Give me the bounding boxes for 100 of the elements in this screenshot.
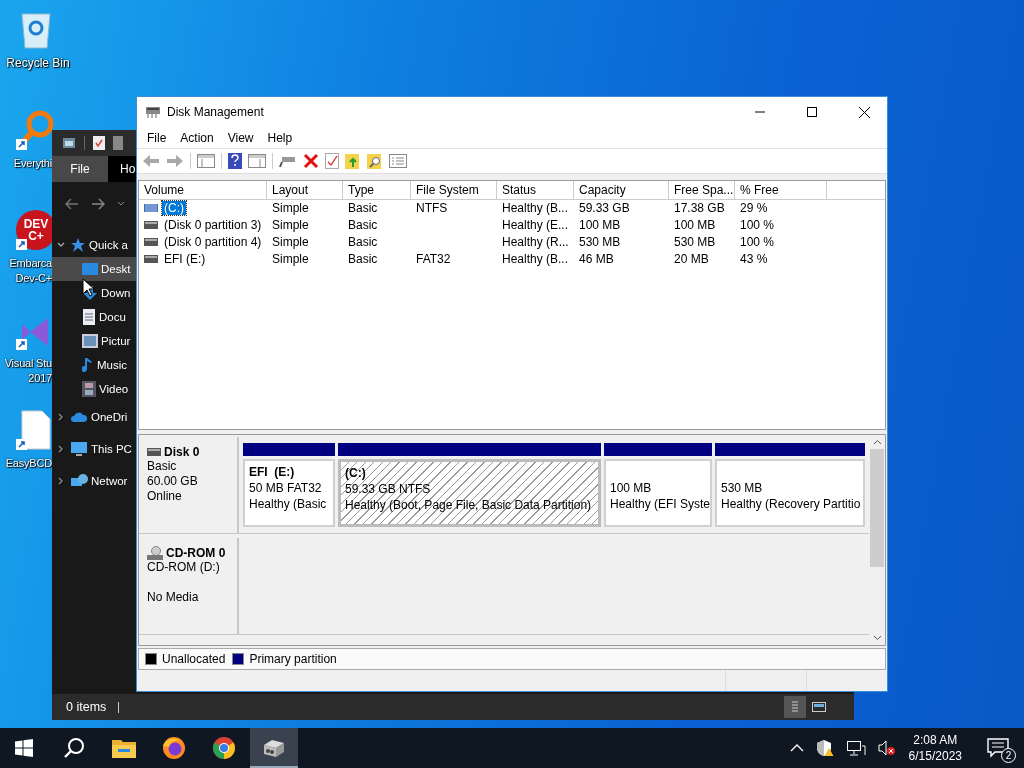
partition-label: (C:) xyxy=(345,464,367,481)
table-cell: 100 % xyxy=(740,235,775,250)
column-header[interactable]: % Free xyxy=(735,180,827,199)
checklist-icon[interactable] xyxy=(93,136,105,150)
notification-button[interactable]: 2 xyxy=(976,728,1020,768)
menu-item[interactable]: File xyxy=(140,127,174,148)
network-icon[interactable] xyxy=(845,740,866,756)
table-cell: Basic xyxy=(348,201,378,216)
caret-icon[interactable] xyxy=(117,201,125,207)
partition-detail: Healthy (Basic xyxy=(249,495,328,512)
details-view-icon xyxy=(791,701,799,713)
console-tree-icon[interactable] xyxy=(197,153,215,169)
table-cell: Basic xyxy=(348,218,378,233)
table-cell: Basic xyxy=(348,235,378,250)
row-label[interactable]: (C:) xyxy=(162,201,186,216)
back-icon[interactable] xyxy=(65,198,79,210)
table-cell: Healthy (B... xyxy=(502,201,569,216)
table-cell: Basic xyxy=(348,252,378,267)
nav-item[interactable]: Pictur xyxy=(52,329,136,353)
menu-item[interactable]: View xyxy=(220,127,261,148)
partition-block[interactable]: 100 MB Healthy (EFI Syste xyxy=(604,458,712,527)
disk-drive-icon xyxy=(262,737,286,759)
column-header[interactable]: Capacity xyxy=(574,180,669,199)
column-header[interactable]: File System xyxy=(411,180,497,199)
table-cell: 20 MB xyxy=(674,252,709,267)
table-cell: 59.33 GB xyxy=(579,201,630,216)
column-header[interactable]: Status xyxy=(497,180,574,199)
table-cell: Healthy (B... xyxy=(502,252,569,267)
close-icon xyxy=(858,106,870,118)
disk-name: CD-ROM 0 xyxy=(166,545,226,560)
browser-icon xyxy=(162,736,186,760)
volume-icon xyxy=(144,238,158,247)
partition-block[interactable]: EFI (E:) 50 MB FAT32 Healthy (Basic xyxy=(243,458,335,527)
nav-item[interactable]: Docu xyxy=(52,305,136,329)
table-cell: 46 MB xyxy=(579,252,614,267)
network-icon xyxy=(70,473,88,489)
partition-detail: 50 MB FAT32 xyxy=(249,479,323,496)
music-note-icon xyxy=(82,357,94,373)
volume-icon xyxy=(144,221,158,230)
column-header[interactable]: Volume xyxy=(139,180,267,199)
partition-block[interactable]: (C:) 59.33 GB NTFS Healthy (Boot, Page File, Basic Data Partition) xyxy=(338,458,601,527)
menu-item[interactable]: Help xyxy=(260,127,300,148)
nav-item[interactable]: This PC xyxy=(52,433,136,465)
maximize-icon xyxy=(807,107,817,117)
partition-block[interactable]: 530 MB Healthy (Recovery Partitio xyxy=(715,458,865,527)
disk-status: No Media xyxy=(147,589,200,605)
table-cell: 29 % xyxy=(740,201,768,216)
delete-icon[interactable] xyxy=(303,153,319,169)
nav-item[interactable]: Deskt xyxy=(52,257,136,281)
monitor-icon xyxy=(70,441,88,457)
nav-item[interactable]: Video xyxy=(52,377,136,401)
menu-item[interactable]: Action xyxy=(173,127,221,148)
row-label[interactable]: EFI (E:) xyxy=(162,252,208,267)
row-label[interactable]: (Disk 0 partition 4) xyxy=(162,235,264,250)
desktop-icon xyxy=(82,262,98,276)
film-icon xyxy=(82,381,96,397)
partition-detail: 59.33 GB NTFS xyxy=(345,480,432,497)
clock[interactable]: 2:08 AM 6/15/2023 xyxy=(902,732,968,764)
disk-drive-icon xyxy=(145,104,161,120)
column-header[interactable]: Free Spa... xyxy=(669,180,735,199)
folder-search-icon[interactable] xyxy=(367,153,383,169)
partition-detail: Healthy (Recovery Partitio xyxy=(721,495,862,512)
ribbon-tab[interactable]: File xyxy=(52,156,108,182)
table-cell: 530 MB xyxy=(579,235,621,250)
volume-icon xyxy=(144,255,158,264)
scroll-up-icon[interactable] xyxy=(872,438,882,445)
table-cell: 100 % xyxy=(740,218,775,233)
shield-warning-icon[interactable] xyxy=(815,739,834,757)
forward-icon[interactable] xyxy=(91,198,105,210)
column-header[interactable]: Layout xyxy=(267,180,343,199)
partition-detail: Healthy (Boot, Page File, Basic Data Partition) xyxy=(345,496,593,513)
optical-drive-icon xyxy=(147,545,163,560)
scroll-down-icon[interactable] xyxy=(872,634,882,641)
legend-label: Primary partition xyxy=(249,651,337,666)
partition-detail: 530 MB xyxy=(721,479,764,496)
search-icon xyxy=(63,737,85,759)
taskbar-app-button[interactable] xyxy=(250,728,298,768)
nav-item[interactable]: Networ xyxy=(52,465,136,497)
table-cell: 43 % xyxy=(740,252,768,267)
chevron-up-icon[interactable] xyxy=(789,744,804,752)
legend-label: Unallocated xyxy=(162,651,226,666)
action-pane-icon[interactable] xyxy=(248,153,266,169)
document-icon xyxy=(82,309,96,325)
nav-item[interactable]: OneDri xyxy=(52,401,136,433)
properties-icon[interactable] xyxy=(389,154,407,168)
notification-icon xyxy=(987,738,1009,758)
disk-detail: Basic xyxy=(147,458,178,474)
disk-status: Online xyxy=(147,488,183,504)
muted-speaker-icon[interactable] xyxy=(877,740,896,756)
row-label[interactable]: (Disk 0 partition 3) xyxy=(162,218,264,233)
help-icon[interactable] xyxy=(228,153,242,169)
table-cell: Simple xyxy=(272,201,309,216)
nav-item[interactable]: Music xyxy=(52,353,136,377)
column-header[interactable]: Type xyxy=(343,180,411,199)
window-title: Disk Management xyxy=(167,105,264,119)
image-icon xyxy=(82,334,98,348)
checklist-icon[interactable] xyxy=(325,153,339,169)
table-cell: Healthy (R... xyxy=(502,235,569,250)
table-cell: 17.38 GB xyxy=(674,201,725,216)
folder-up-icon[interactable] xyxy=(345,153,361,169)
